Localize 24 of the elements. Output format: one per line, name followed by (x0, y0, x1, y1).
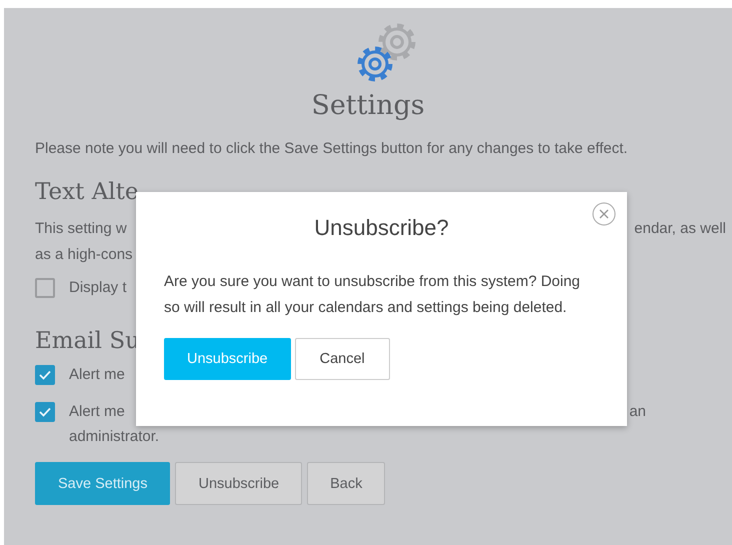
body-text: Alert me (69, 365, 125, 385)
section-heading: Text Alte (35, 178, 139, 206)
checkbox[interactable] (35, 402, 55, 422)
body-text: endar, as well (634, 219, 726, 239)
body-text: as a high-cons (35, 245, 133, 265)
close-icon[interactable] (592, 202, 616, 226)
body-text: This setting w (35, 219, 127, 239)
page-button[interactable]: Back (307, 462, 386, 505)
dialog-title: Unsubscribe? (313, 214, 450, 242)
body-text: Alert me (69, 402, 125, 422)
save-button[interactable]: Save Settings (35, 462, 170, 505)
check-icon (39, 407, 51, 417)
dialog-message: Are you sure you want to unsubscribe from this system? Doing so will result in all your calendars and settings being deleted. (164, 272, 582, 318)
page-title: Settings (310, 89, 426, 123)
body-text: an (629, 402, 646, 422)
checkbox[interactable] (35, 365, 55, 385)
cancel-button[interactable]: Cancel (294, 338, 390, 380)
check-icon (39, 370, 51, 380)
body-text: administrator. (69, 427, 160, 447)
body-text: Display t (69, 278, 127, 298)
page-button[interactable]: Unsubscribe (175, 462, 302, 505)
note-text: Please note you will need to click the Save Settings button for any changes to take effect. (35, 139, 629, 159)
checkbox[interactable] (35, 278, 55, 298)
unsubscribe-button[interactable]: Unsubscribe (164, 338, 291, 380)
